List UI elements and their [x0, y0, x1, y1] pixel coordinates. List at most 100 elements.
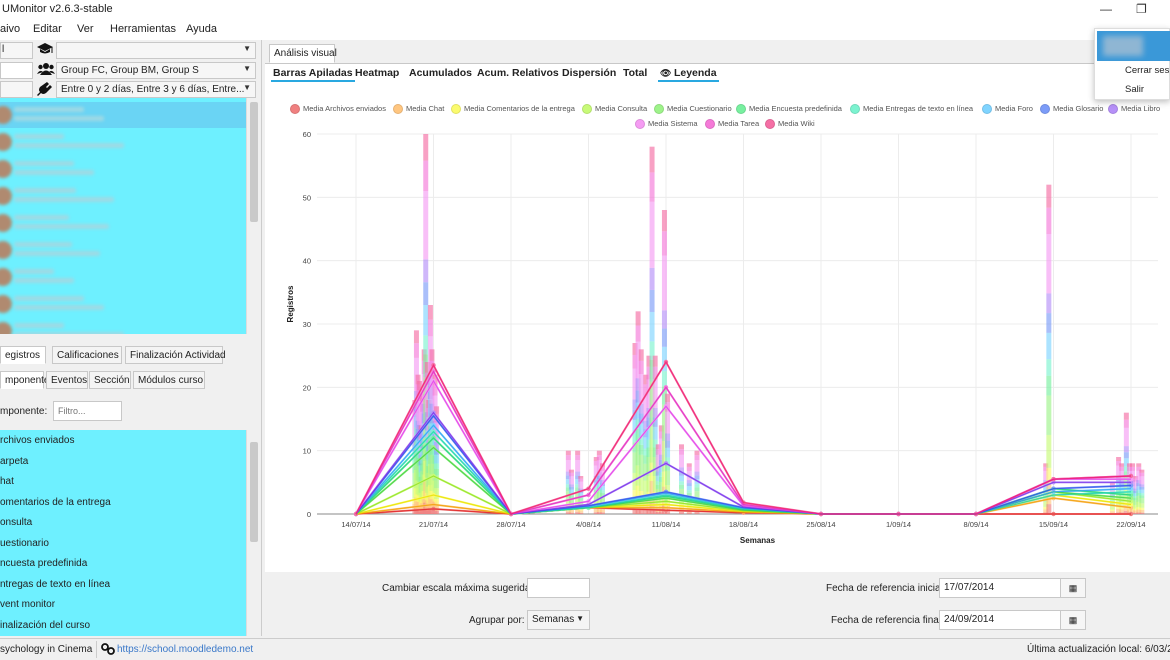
stacked-bar-segment	[1139, 503, 1145, 508]
x-axis-label: Semanas	[740, 536, 776, 545]
component-filter-label: mponente:	[0, 406, 48, 417]
stacked-bar-segment	[565, 455, 571, 461]
menu-ver[interactable]: Ver	[77, 23, 94, 35]
stacked-bar-segment	[565, 450, 571, 456]
component-filter-input[interactable]	[53, 401, 122, 421]
menu-ayuda[interactable]: Ayuda	[186, 23, 217, 35]
course-name: sychology in Cinema	[0, 644, 93, 655]
minimize-button[interactable]: —	[1100, 2, 1112, 16]
activity-combo[interactable]: Entre 0 y 2 días, Entre 3 y 6 días, Entr…	[56, 81, 256, 98]
menu-archivo[interactable]: aivo	[0, 23, 20, 35]
stacked-bar-segment	[661, 328, 667, 347]
close-session-item[interactable]: Cerrar sesi	[1125, 65, 1170, 76]
component-item[interactable]: hat	[0, 476, 14, 487]
tab-finalizacion-actividad[interactable]: Finalización Actividad	[125, 346, 226, 364]
tab-calificaciones[interactable]: Calificaciones	[52, 346, 122, 364]
tab-componentes[interactable]: mponentes	[0, 371, 54, 389]
stacked-bar-segment	[665, 393, 671, 403]
exit-item[interactable]: Salir	[1125, 84, 1144, 95]
stacked-bar-segment	[686, 480, 692, 484]
user-row[interactable]	[0, 237, 246, 263]
user-info-blurred	[14, 170, 94, 175]
user-avatar	[0, 268, 12, 286]
stacked-bar-segment	[423, 191, 429, 260]
stacked-bar-segment	[1116, 457, 1122, 461]
calendar-icon: ▦	[1068, 615, 1078, 625]
component-item[interactable]: inalización del curso	[0, 620, 90, 631]
component-item[interactable]: omentarios de la entrega	[0, 497, 111, 508]
user-row[interactable]	[0, 318, 246, 334]
user-popup-menu: Cerrar sesi Salir	[1094, 28, 1170, 100]
tab-seccion[interactable]: Sección	[89, 371, 131, 389]
visual-tab-heatmap[interactable]: Heatmap	[355, 67, 399, 79]
restore-button[interactable]: ❐	[1136, 2, 1147, 16]
component-item[interactable]: rchivos enviados	[0, 435, 74, 446]
tab-eventos[interactable]: Eventos	[46, 371, 88, 389]
x-tick-label: 28/07/14	[496, 520, 525, 529]
start-date-input[interactable]: 17/07/2014	[939, 578, 1061, 598]
search-users-input[interactable]	[0, 62, 33, 79]
visual-tab-dispersi-n[interactable]: Dispersión	[562, 67, 616, 79]
group-by-select[interactable]: Semanas ▼	[527, 610, 590, 630]
end-calendar-button[interactable]: ▦	[1060, 610, 1086, 630]
stacked-bar-segment	[1139, 469, 1145, 473]
visual-tab-leyenda[interactable]: 👁 Leyenda	[658, 67, 719, 82]
link-icon	[101, 643, 115, 658]
user-row[interactable]	[0, 210, 246, 236]
user-row[interactable]	[0, 156, 246, 182]
user-name-blurred	[14, 323, 64, 328]
stacked-bar-segment	[1123, 452, 1129, 459]
user-row[interactable]	[0, 129, 246, 155]
component-list[interactable]: rchivos enviados arpeta hat omentarios de l…	[0, 430, 246, 636]
stacked-bar-segment	[694, 475, 700, 480]
stacked-bar-segment	[1046, 504, 1052, 514]
component-list-scroll-thumb[interactable]	[250, 442, 258, 542]
stacked-bar-segment	[1119, 509, 1125, 513]
visual-tab-acum-relativos[interactable]: Acum. Relativos	[477, 67, 559, 79]
tab-modulos-curso[interactable]: Módulos curso	[133, 371, 205, 389]
stacked-bar-segment	[578, 481, 584, 489]
activity-box[interactable]	[0, 81, 33, 98]
end-date-input[interactable]: 24/09/2014	[939, 610, 1061, 630]
start-calendar-button[interactable]: ▦	[1060, 578, 1086, 598]
scale-input[interactable]	[527, 578, 590, 598]
stacked-bar-segment	[1130, 466, 1136, 471]
group-combo[interactable]: Group FC, Group BM, Group S ▼	[56, 62, 256, 79]
component-item[interactable]: vent monitor	[0, 599, 55, 610]
component-item[interactable]: uestionario	[0, 538, 49, 549]
user-row[interactable]	[0, 183, 246, 209]
stacked-bar-segment	[652, 426, 658, 440]
server-url-link[interactable]: https://school.moodledemo.net	[117, 644, 253, 655]
tab-analisis-visual[interactable]: Análisis visual	[269, 44, 337, 63]
user-popup-header	[1097, 31, 1170, 61]
stacked-bar-segment	[665, 411, 671, 434]
visual-tab-barras-apiladas[interactable]: Barras Apiladas	[271, 67, 355, 82]
component-item[interactable]: onsulta	[0, 517, 32, 528]
stacked-bar-segment	[1139, 507, 1145, 511]
visual-tab-label: Dispersión	[562, 67, 617, 79]
stacked-bar-segment	[434, 463, 440, 469]
user-list[interactable]	[0, 98, 246, 334]
component-list-scrollbar[interactable]	[246, 430, 260, 636]
user-row[interactable]	[0, 291, 246, 317]
role-combo[interactable]: ▼	[56, 42, 256, 59]
menu-editar[interactable]: Editar	[33, 23, 62, 35]
user-list-scroll-thumb[interactable]	[250, 102, 258, 222]
user-name-blurred	[14, 296, 84, 301]
stacked-bar-segment	[1119, 463, 1125, 467]
tab-registros[interactable]: egistros	[0, 346, 46, 364]
visual-tab-acumulados[interactable]: Acumulados	[409, 67, 472, 79]
component-item[interactable]: arpeta	[0, 456, 28, 467]
component-item[interactable]: ncuesta predefinida	[0, 558, 87, 569]
stacked-bar-segment	[635, 325, 641, 342]
user-row[interactable]	[0, 264, 246, 290]
activity-combo-value: Entre 0 y 2 días, Entre 3 y 6 días, Entr…	[61, 84, 245, 95]
role-box[interactable]: l	[0, 42, 33, 59]
stacked-bar-segment	[596, 455, 602, 461]
visual-tab-total[interactable]: Total	[623, 67, 647, 79]
component-item[interactable]: ntregas de texto en línea	[0, 579, 110, 590]
user-list-scrollbar[interactable]	[246, 98, 260, 334]
menu-herramientas[interactable]: Herramientas	[110, 23, 176, 35]
stacked-bar-segment	[423, 305, 429, 336]
user-row[interactable]	[0, 102, 246, 128]
